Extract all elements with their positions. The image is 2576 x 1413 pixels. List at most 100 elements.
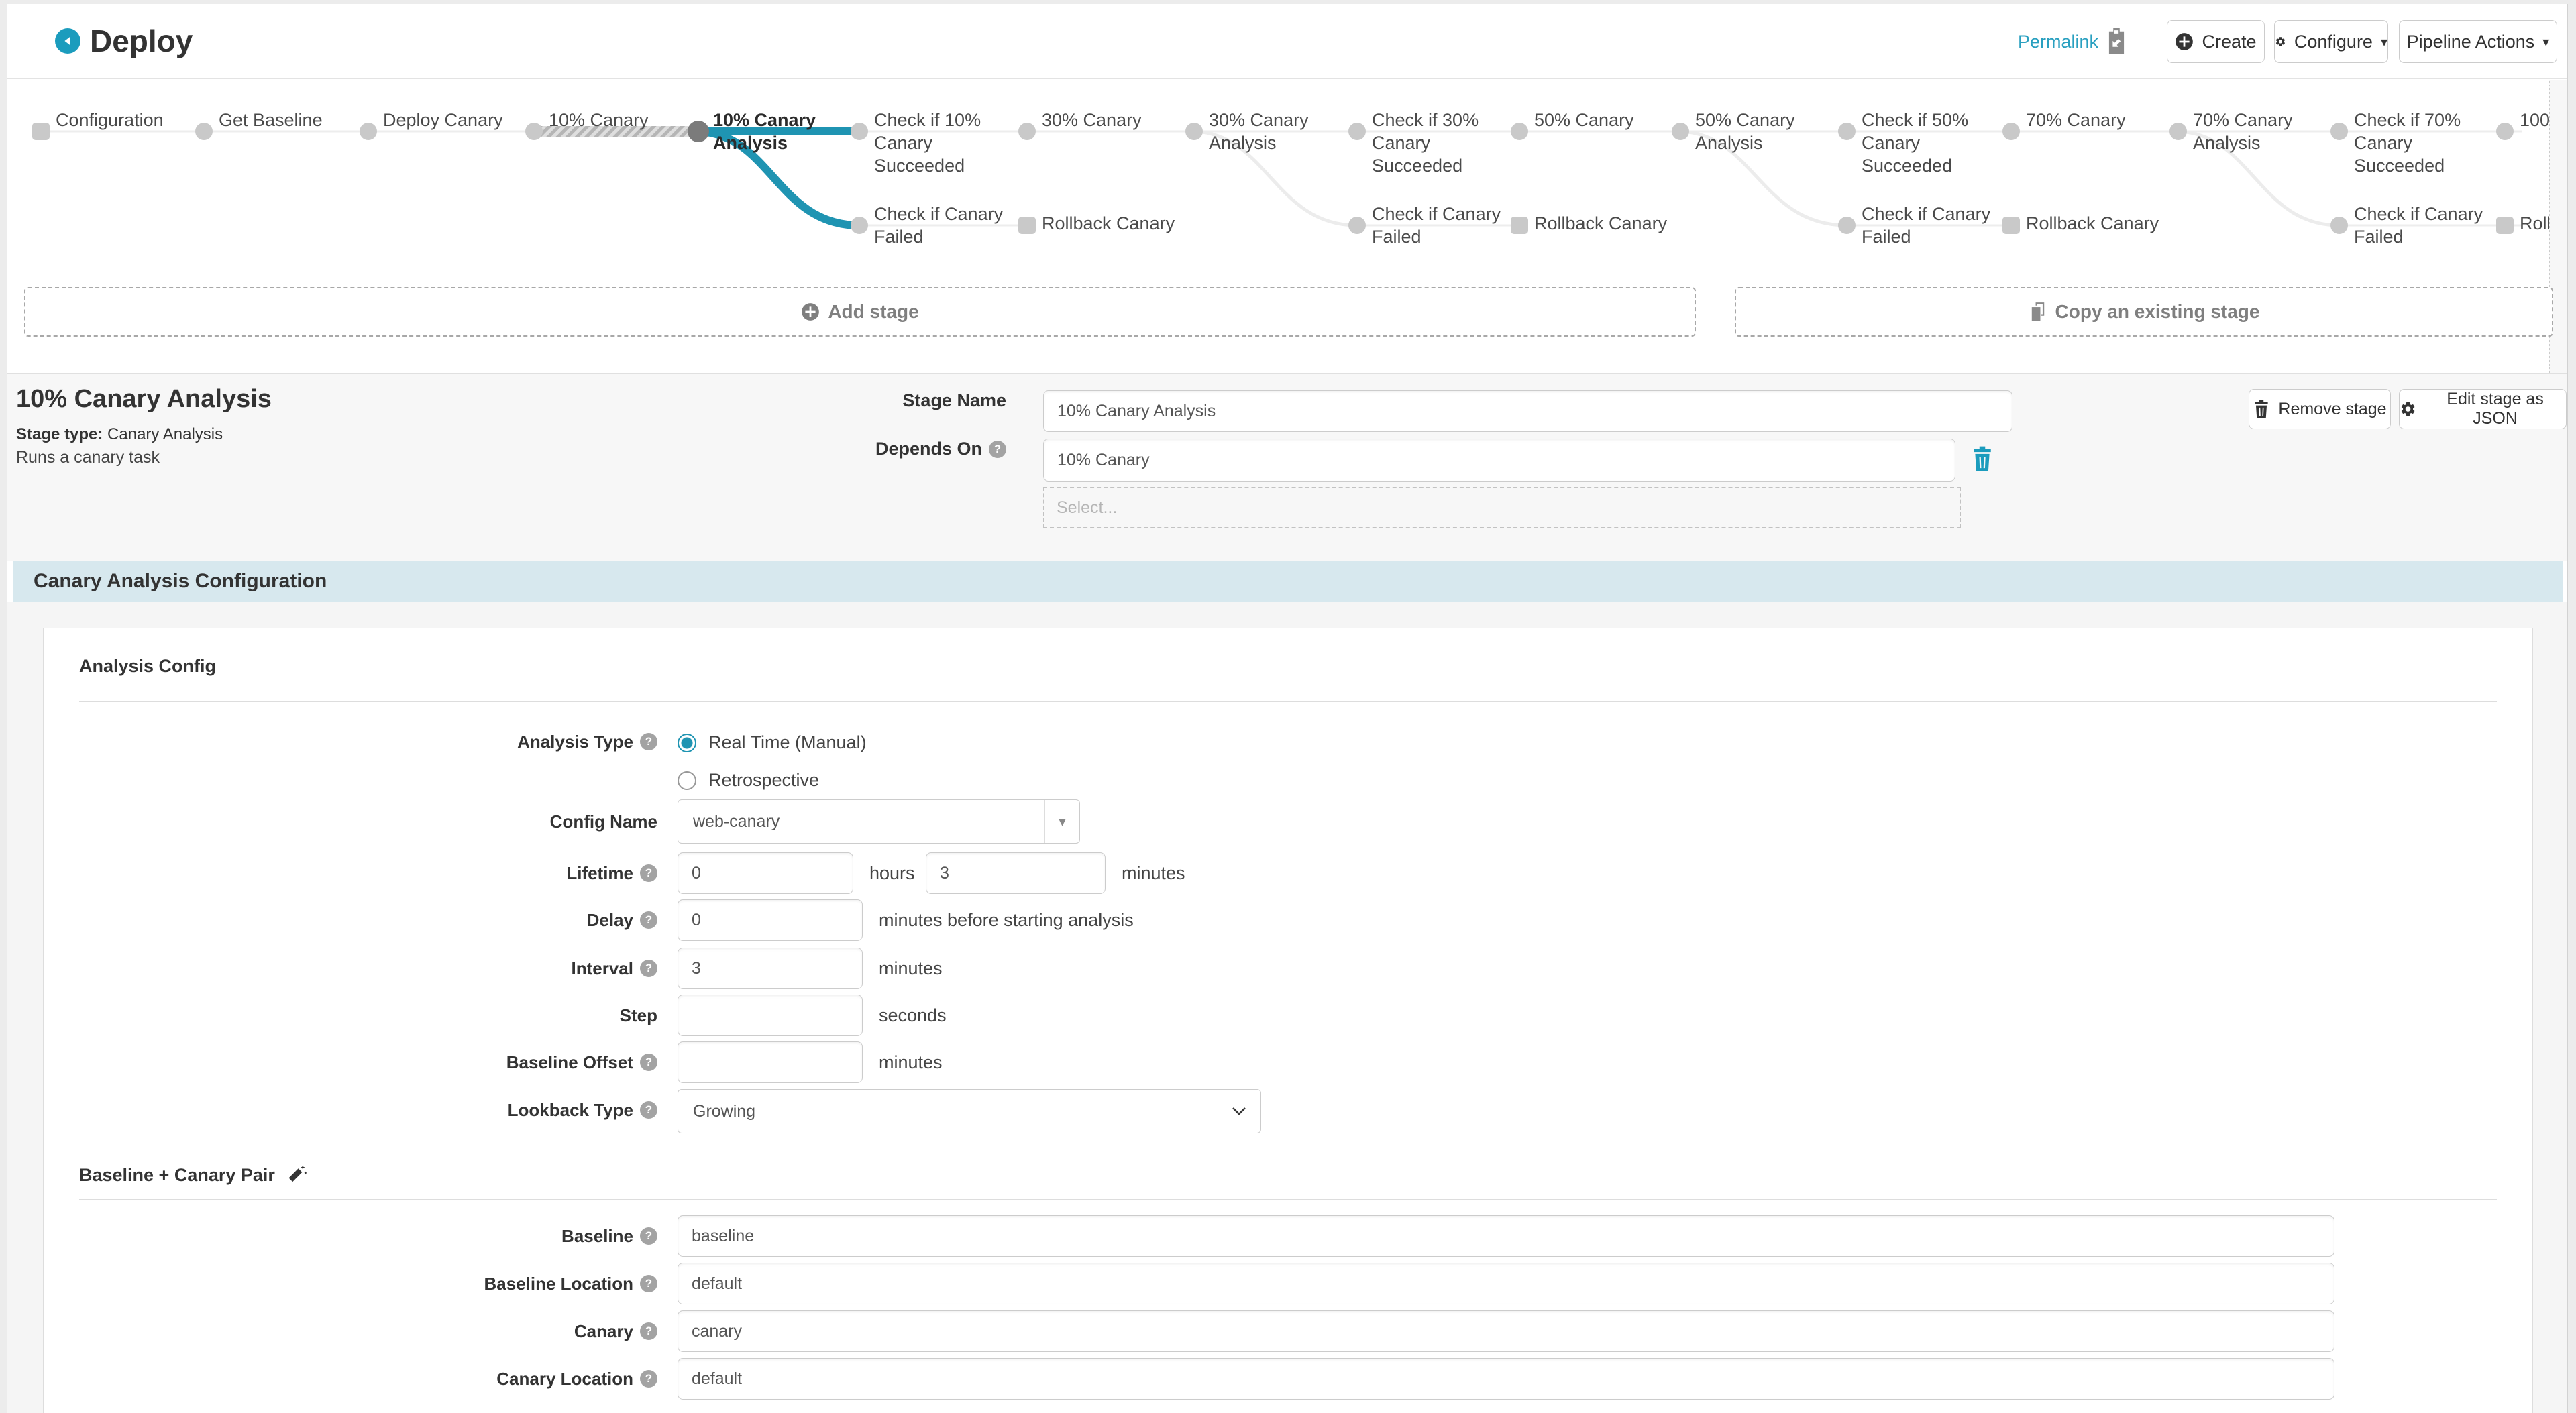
stage-label[interactable]: 70% Canary Analysis xyxy=(2193,109,2339,154)
stage-label[interactable]: Check if Canary Failed xyxy=(1372,203,1518,248)
help-icon[interactable]: ? xyxy=(640,1101,657,1119)
lifetime-minutes-unit: minutes xyxy=(1122,852,1185,894)
analysis-config-heading: Analysis Config xyxy=(79,656,216,677)
pipeline-node[interactable] xyxy=(1838,217,1856,234)
help-icon[interactable]: ? xyxy=(989,441,1006,458)
stage-label[interactable]: 30% Canary Analysis xyxy=(1209,109,1355,154)
copy-existing-stage-button[interactable]: Copy an existing stage xyxy=(1735,287,2553,337)
baseline-input[interactable] xyxy=(678,1215,2334,1257)
depends-on-select[interactable]: Select... xyxy=(1043,487,1961,528)
depends-on-input[interactable] xyxy=(1043,439,1955,482)
baseline-location-input[interactable] xyxy=(678,1263,2334,1304)
delete-dependency-icon[interactable] xyxy=(1971,445,1994,475)
pipeline-node[interactable] xyxy=(1348,217,1366,234)
help-icon[interactable]: ? xyxy=(640,1227,657,1245)
help-icon[interactable]: ? xyxy=(640,1054,657,1071)
help-icon[interactable]: ? xyxy=(640,1322,657,1340)
delay-label: Delay ? xyxy=(134,899,657,941)
chevron-down-icon xyxy=(1231,1106,1247,1117)
stage-label[interactable]: Check if 10% Canary Succeeded xyxy=(874,109,1020,177)
edit-stage-json-button[interactable]: Edit stage as JSON xyxy=(2399,389,2567,429)
baseline-offset-unit: minutes xyxy=(879,1041,943,1083)
canary-location-input[interactable] xyxy=(678,1358,2334,1400)
help-icon[interactable]: ? xyxy=(640,911,657,929)
stage-label[interactable]: Check if Canary Failed xyxy=(874,203,1020,248)
radio-label: Real Time (Manual) xyxy=(708,732,867,753)
analysis-type-option-retrospective[interactable]: Retrospective xyxy=(678,770,819,791)
stage-type-value: Canary Analysis xyxy=(107,425,223,443)
baseline-canary-pair-heading: Baseline + Canary Pair xyxy=(79,1164,307,1186)
pipeline-node[interactable] xyxy=(1018,123,1036,140)
stage-title: 10% Canary Analysis xyxy=(16,385,272,414)
trash-icon xyxy=(2253,399,2270,419)
radio-icon[interactable] xyxy=(678,771,696,790)
stage-label[interactable]: 50% Canary Analysis xyxy=(1695,109,1841,154)
help-icon[interactable]: ? xyxy=(640,733,657,750)
stage-label[interactable]: Rollback Canary xyxy=(1534,212,1680,235)
pipeline-node[interactable] xyxy=(1018,217,1036,234)
lifetime-hours-unit: hours xyxy=(869,852,915,894)
canary-label: Canary ? xyxy=(134,1310,657,1352)
analysis-type-option-realtime[interactable]: Real Time (Manual) xyxy=(678,732,867,753)
wand-icon[interactable] xyxy=(286,1164,307,1186)
stage-label[interactable]: Check if 70% Canary Succeeded xyxy=(2354,109,2500,177)
step-input[interactable] xyxy=(678,995,863,1036)
gear-icon xyxy=(2400,400,2416,418)
stage-label[interactable]: 100% Canary xyxy=(2520,109,2549,131)
stage-label[interactable]: Rollback Canary xyxy=(2520,212,2549,235)
config-name-value: web-canary xyxy=(678,812,1044,832)
stage-label[interactable]: Rollback Canary xyxy=(1042,212,1188,235)
stage-label[interactable]: Check if Canary Failed xyxy=(1862,203,2008,248)
delay-unit: minutes before starting analysis xyxy=(879,899,1134,941)
edit-json-label: Edit stage as JSON xyxy=(2424,390,2566,429)
stage-type-label: Stage type: xyxy=(16,425,103,443)
baseline-offset-input[interactable] xyxy=(678,1041,863,1083)
stage-label[interactable]: Check if 30% Canary Succeeded xyxy=(1372,109,1518,177)
step-unit: seconds xyxy=(879,995,947,1036)
lifetime-minutes-input[interactable] xyxy=(926,852,1106,894)
canary-input[interactable] xyxy=(678,1310,2334,1352)
pipeline-node[interactable] xyxy=(851,217,868,234)
pipeline-node[interactable] xyxy=(2330,217,2348,234)
divider xyxy=(79,1199,2497,1200)
stage-label[interactable]: 30% Canary xyxy=(1042,109,1188,131)
stage-label[interactable]: Get Baseline xyxy=(219,109,365,131)
stage-label[interactable]: 50% Canary xyxy=(1534,109,1680,131)
copy-stage-label: Copy an existing stage xyxy=(2055,301,2260,323)
interval-label: Interval ? xyxy=(134,948,657,989)
add-stage-button[interactable]: Add stage xyxy=(24,287,1696,337)
dropdown-arrow-icon: ▾ xyxy=(1044,800,1079,843)
help-icon[interactable]: ? xyxy=(640,1275,657,1292)
stage-description: Runs a canary task xyxy=(16,448,160,467)
lifetime-label: Lifetime ? xyxy=(134,852,657,894)
remove-stage-button[interactable]: Remove stage xyxy=(2249,389,2391,429)
interval-input[interactable] xyxy=(678,948,863,989)
radio-label: Retrospective xyxy=(708,770,819,791)
stage-label[interactable]: Configuration xyxy=(56,109,202,131)
help-icon[interactable]: ? xyxy=(640,960,657,977)
stage-label[interactable]: 10% Canary xyxy=(549,109,695,131)
stage-label[interactable]: Deploy Canary xyxy=(383,109,529,131)
help-icon[interactable]: ? xyxy=(640,864,657,882)
help-icon[interactable]: ? xyxy=(640,1370,657,1388)
stage-label[interactable]: Check if Canary Failed xyxy=(2354,203,2500,248)
stage-name-input[interactable] xyxy=(1043,390,2012,432)
stage-label[interactable]: Check if 50% Canary Succeeded xyxy=(1862,109,2008,177)
divider xyxy=(79,701,2497,702)
stage-label[interactable]: 70% Canary xyxy=(2026,109,2172,131)
delay-input[interactable] xyxy=(678,899,863,941)
pipeline-node[interactable] xyxy=(32,123,50,140)
lookback-type-select[interactable]: Growing xyxy=(678,1089,1261,1133)
analysis-type-label: Analysis Type ? xyxy=(134,721,657,762)
config-name-select[interactable]: web-canary ▾ xyxy=(678,799,1080,844)
config-name-label: Config Name xyxy=(134,801,657,842)
baseline-label: Baseline ? xyxy=(134,1215,657,1257)
stage-label[interactable]: 10% Canary Analysis xyxy=(713,109,859,154)
add-stage-label: Add stage xyxy=(828,301,918,323)
stage-label[interactable]: Rollback Canary xyxy=(2026,212,2172,235)
lookback-type-label: Lookback Type ? xyxy=(134,1089,657,1131)
radio-selected-icon[interactable] xyxy=(678,734,696,752)
lifetime-hours-input[interactable] xyxy=(678,852,853,894)
remove-stage-label: Remove stage xyxy=(2278,400,2386,419)
baseline-location-label: Baseline Location ? xyxy=(134,1263,657,1304)
